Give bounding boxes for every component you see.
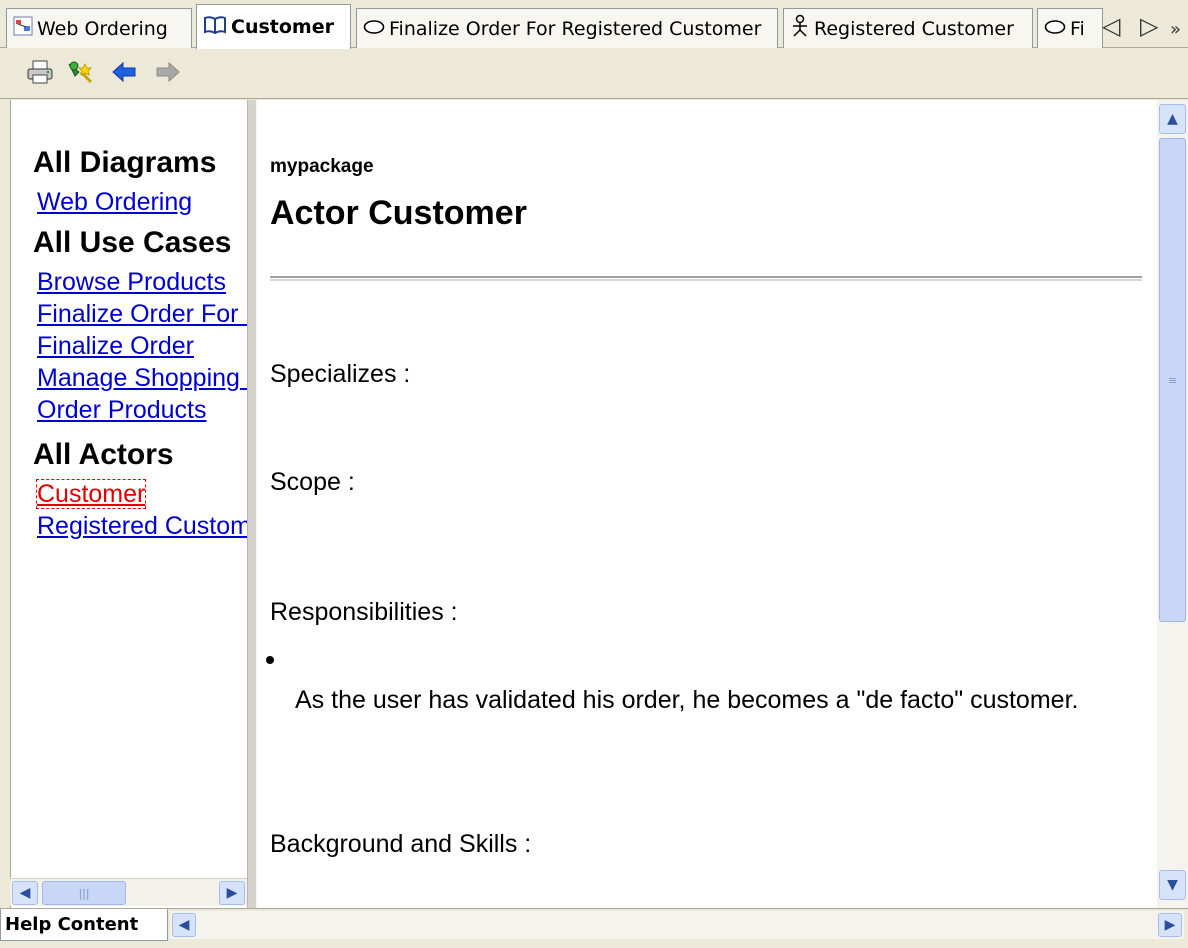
nav-link-customer-label: Customer xyxy=(35,479,147,509)
nav-link-registered-customer[interactable]: Registered Customer xyxy=(11,510,247,542)
find-button[interactable] xyxy=(62,57,98,91)
book-icon xyxy=(203,15,227,40)
printer-icon xyxy=(25,59,55,89)
scroll-down-icon[interactable]: ▼ xyxy=(1159,870,1186,900)
scroll-up-icon[interactable]: ▲ xyxy=(1159,104,1186,134)
tab-finalize-order-registered[interactable]: Finalize Order For Registered Customer xyxy=(356,8,778,48)
scroll-right-icon[interactable]: ▶ xyxy=(1158,913,1182,937)
scroll-left-icon[interactable]: ◀ xyxy=(12,881,38,905)
nav-link-finalize-order-registered[interactable]: Finalize Order For Registered Customer xyxy=(11,298,247,330)
pane-splitter[interactable] xyxy=(247,100,257,908)
bottom-bar: Help Content ◀ ▶ xyxy=(0,908,1188,948)
use-case-icon xyxy=(363,18,385,40)
page-title: Actor Customer xyxy=(270,194,527,232)
tab-label: Web Ordering xyxy=(37,17,168,40)
tab-registered-customer[interactable]: Registered Customer xyxy=(783,8,1033,48)
tab-overflow-icon[interactable]: » xyxy=(1170,18,1181,42)
all-use-cases-heading: All Use Cases xyxy=(33,226,232,259)
package-label: mypackage xyxy=(270,156,374,177)
forward-arrow-icon xyxy=(155,60,181,88)
responsibility-item: As the user has validated his order, he … xyxy=(295,686,1079,714)
navigation-pane: All Diagrams Web Ordering All Use Cases … xyxy=(10,100,247,908)
help-content-label: Help Content xyxy=(5,914,139,935)
tab-scroll-right-icon[interactable]: ▷ xyxy=(1140,14,1158,38)
title-divider xyxy=(270,276,1142,281)
scroll-thumb[interactable]: ≡ xyxy=(1159,138,1186,622)
tab-help-content[interactable]: Help Content xyxy=(0,909,168,941)
actor-icon xyxy=(790,14,810,43)
diagram-icon xyxy=(13,16,33,41)
bullet-icon xyxy=(266,656,274,664)
find-icon xyxy=(65,58,95,90)
tab-finalize-order-truncated[interactable]: Fi xyxy=(1037,8,1103,48)
all-diagrams-heading: All Diagrams xyxy=(33,146,217,179)
tab-label: Fi xyxy=(1070,17,1085,40)
tab-customer[interactable]: Customer xyxy=(196,4,351,49)
bottom-horizontal-scrollbar[interactable]: ◀ ▶ xyxy=(170,911,1184,939)
tab-label: Finalize Order For Registered Customer xyxy=(389,17,762,40)
forward-button[interactable] xyxy=(150,57,186,91)
nav-link-browse-products[interactable]: Browse Products xyxy=(11,266,247,298)
back-arrow-icon xyxy=(111,60,137,88)
tab-scroll-left-icon[interactable]: ◁ xyxy=(1102,14,1120,38)
nav-link-manage-shopping-cart[interactable]: Manage Shopping Cart xyxy=(11,362,247,394)
content-vertical-scrollbar[interactable]: ▲ ≡ ▼ xyxy=(1157,100,1188,908)
help-content-pane: mypackage Actor Customer Specializes : S… xyxy=(257,100,1157,908)
document-tab-bar: Web Ordering Customer Finalize Order For… xyxy=(0,0,1188,49)
back-button[interactable] xyxy=(106,57,142,91)
all-actors-heading: All Actors xyxy=(33,438,174,471)
scroll-left-icon[interactable]: ◀ xyxy=(172,913,196,937)
tab-label: Registered Customer xyxy=(814,17,1014,40)
toolbar xyxy=(0,49,1188,99)
tab-label: Customer xyxy=(231,16,334,38)
specializes-label: Specializes : xyxy=(270,360,411,388)
background-skills-label: Background and Skills : xyxy=(270,830,532,858)
nav-link-web-ordering[interactable]: Web Ordering xyxy=(11,186,247,218)
scroll-thumb[interactable]: ||| xyxy=(42,881,126,905)
print-button[interactable] xyxy=(22,57,58,91)
scroll-right-icon[interactable]: ▶ xyxy=(219,881,245,905)
scope-label: Scope : xyxy=(270,468,355,496)
tab-web-ordering[interactable]: Web Ordering xyxy=(6,8,192,48)
nav-link-order-products[interactable]: Order Products xyxy=(11,394,247,426)
use-case-icon xyxy=(1044,18,1066,40)
nav-link-customer[interactable]: Customer xyxy=(11,478,247,510)
nav-link-finalize-order[interactable]: Finalize Order xyxy=(11,330,247,362)
nav-horizontal-scrollbar[interactable]: ◀ ||| ▶ xyxy=(10,878,247,906)
responsibilities-label: Responsibilities : xyxy=(270,598,458,626)
